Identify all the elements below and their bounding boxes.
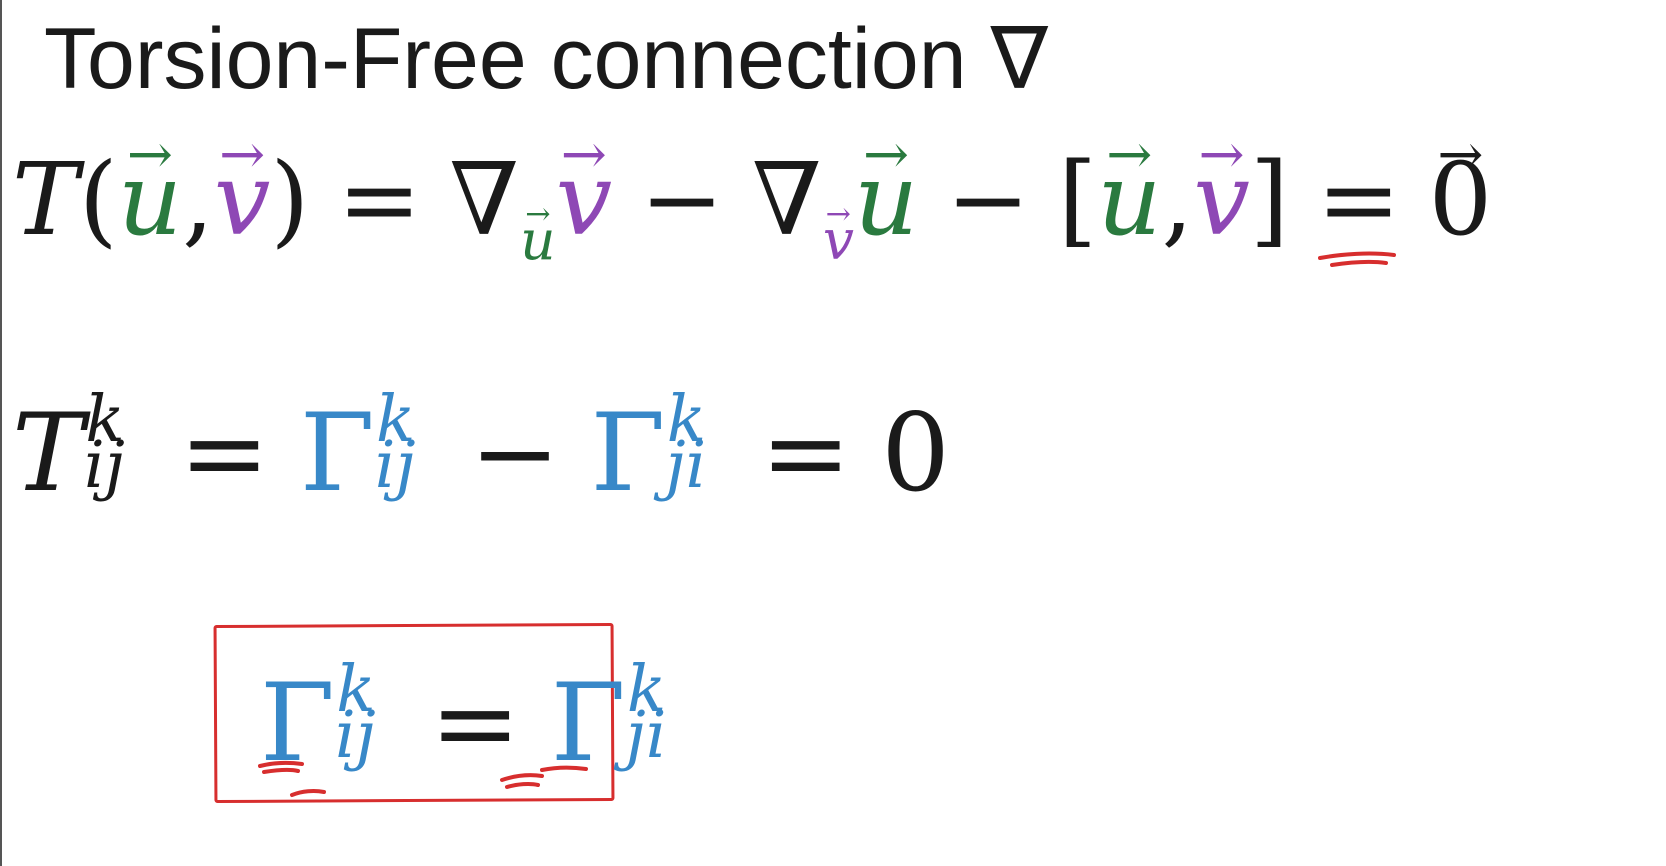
subscript-ij: ij <box>334 697 376 773</box>
vector-arrow: → <box>825 197 852 233</box>
christoffel-symbol: Γ <box>260 661 335 786</box>
minus-sign: − <box>469 391 561 516</box>
torsion-symbol: T <box>12 391 85 516</box>
comma: , <box>182 141 214 258</box>
left-bracket: [ <box>1058 141 1098 258</box>
christoffel-indices: k ji <box>625 658 691 778</box>
symmetric-christoffel-equation: Γk ij = Γk ji <box>260 658 691 778</box>
comma: , <box>1161 141 1194 258</box>
torsion-components-equation: Tk ij = Γk ij − Γk ji = 0 <box>12 388 950 508</box>
subscript-vector-u: → u <box>520 197 556 272</box>
minus-sign: − <box>946 141 1031 258</box>
torsion-definition-equation: T(→ u, → v) = ∇ → u → v − ∇ → v → u −[→ u, → v] = → 0 <box>12 121 1493 272</box>
nabla-symbol: ∇ <box>449 141 520 258</box>
christoffel-indices: k ij <box>334 658 400 778</box>
christoffel-indices: k ji <box>665 388 730 508</box>
subscript-vector-v: → v <box>822 197 854 272</box>
vector-arrow: → <box>863 121 910 186</box>
vector-v: → v <box>1193 121 1250 258</box>
christoffel-symbol: Γ <box>590 391 666 516</box>
equals-sign: = <box>179 391 270 516</box>
christoffel-indices: k ij <box>374 388 440 508</box>
equals-sign: = <box>337 141 422 258</box>
right-paren: ) <box>270 141 310 258</box>
vector-arrow: → <box>126 121 173 186</box>
torsion-indices: k ij <box>84 388 149 508</box>
subscript-ji: ji <box>665 427 707 503</box>
vector-arrow: → <box>1437 121 1484 186</box>
christoffel-symbol: Γ <box>299 391 375 516</box>
vector-arrow: → <box>560 121 607 186</box>
equals-sign: = <box>1316 141 1401 258</box>
zero: 0 <box>881 391 950 516</box>
subscript-ij: ij <box>84 427 125 503</box>
equals-sign: = <box>760 391 851 516</box>
subscript-ji: ji <box>625 697 667 773</box>
vector-u: → u <box>853 121 919 258</box>
minus-sign: − <box>640 141 724 258</box>
vector-u: → u <box>117 121 183 258</box>
right-bracket: ] <box>1249 141 1289 258</box>
slide: Torsion-Free connection ∇ T(→ u, → v) = ∇ → u → v… <box>0 0 1666 866</box>
torsion-symbol: T <box>12 141 79 258</box>
zero-vector: → 0 <box>1428 121 1493 258</box>
subscript-ij: ij <box>374 427 416 503</box>
vector-arrow: → <box>1198 121 1245 186</box>
vector-v: → v <box>555 121 613 258</box>
vector-v: → v <box>213 121 271 258</box>
slide-title: Torsion-Free connection ∇ <box>44 11 1048 107</box>
vector-arrow: → <box>525 197 551 233</box>
nabla-symbol: ∇ <box>751 141 822 258</box>
vector-u: → u <box>1097 121 1162 258</box>
christoffel-symbol: Γ <box>550 661 626 786</box>
left-paren: ( <box>78 141 118 258</box>
equals-sign: = <box>429 661 521 786</box>
vector-arrow: → <box>219 121 266 186</box>
vector-arrow: → <box>1106 121 1153 186</box>
